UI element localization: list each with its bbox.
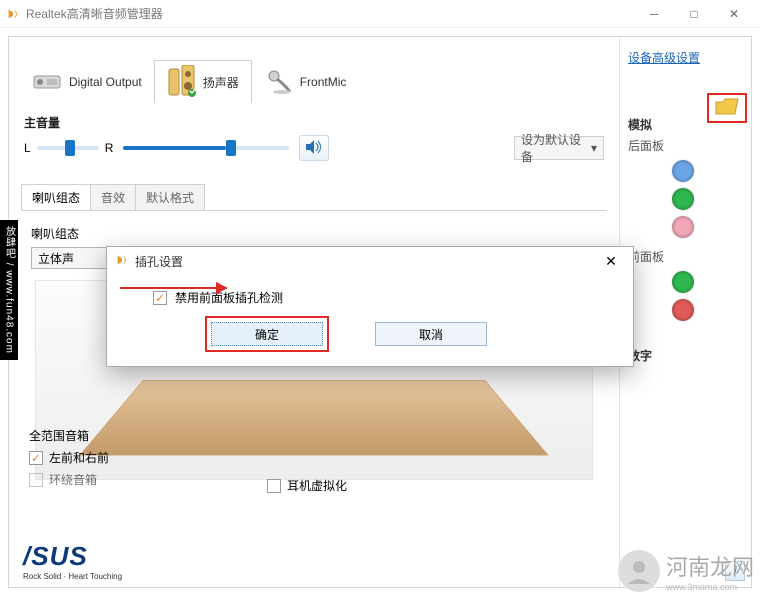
fullrange-front-label: 左前和右前 <box>49 449 109 466</box>
dialog-title: 插孔设置 <box>135 253 597 270</box>
tab-speakers[interactable]: 扬声器 <box>154 60 252 103</box>
tab-label: 扬声器 <box>203 74 239 91</box>
fullrange-surround-checkbox <box>29 473 43 487</box>
fullrange-surround-label: 环绕音箱 <box>49 471 97 488</box>
maximize-button[interactable]: □ <box>674 2 714 26</box>
master-volume-section: 主音量 L R 设为默认设备 <box>21 107 607 168</box>
dialog-close-button[interactable]: ✕ <box>597 253 625 270</box>
ok-button[interactable]: 确定 <box>211 322 323 346</box>
disable-front-jack-detection-checkbox[interactable] <box>153 291 167 305</box>
window-title: Realtek高清晰音频管理器 <box>26 5 634 22</box>
set-default-dropdown[interactable]: 设为默认设备 ▾ <box>514 136 604 160</box>
jack-front-green[interactable] <box>672 271 694 293</box>
digital-label: 数字 <box>628 347 743 364</box>
asus-logo: /SUS Rock Solid · Heart Touching <box>23 541 122 581</box>
speaker-sound-icon <box>305 139 323 158</box>
jack-rear-blue[interactable] <box>672 160 694 182</box>
jack-settings-dialog: 插孔设置 ✕ 禁用前面板插孔检测 确定 取消 <box>106 246 634 367</box>
watermark-avatar-icon <box>618 550 660 592</box>
speaker-config-label: 喇叭组态 <box>31 225 607 242</box>
jack-rear-green[interactable] <box>672 188 694 210</box>
jack-rear-pink[interactable] <box>672 216 694 238</box>
cancel-button[interactable]: 取消 <box>375 322 487 346</box>
chevron-down-icon: ▾ <box>591 141 597 155</box>
fullrange-front-checkbox[interactable] <box>29 451 43 465</box>
headphone-virtualization-checkbox[interactable] <box>267 479 281 493</box>
floor-graphic <box>79 380 549 455</box>
master-volume-title: 主音量 <box>24 114 604 131</box>
tab-label: FrontMic <box>300 75 347 89</box>
fullrange-section: 全范围音箱 左前和右前 环绕音箱 <box>29 427 149 493</box>
subtab-default-format[interactable]: 默认格式 <box>135 184 205 210</box>
bottom-right-watermark: 河南龙网 www.3mama.com <box>618 550 754 592</box>
folder-icon <box>715 98 739 119</box>
window-titlebar: Realtek高清晰音频管理器 ─ □ ✕ <box>0 0 760 28</box>
minimize-button[interactable]: ─ <box>634 2 674 26</box>
fullrange-title: 全范围音箱 <box>29 427 149 444</box>
balance-l-label: L <box>24 141 31 155</box>
tab-label: Digital Output <box>69 75 142 89</box>
tab-digital-output[interactable]: Digital Output <box>21 61 154 103</box>
volume-slider[interactable] <box>123 146 288 150</box>
right-pane: 设备高级设置 模拟 后面板 前面板 数字 i <box>619 37 751 587</box>
watermark-text: 河南龙网 <box>666 550 754 582</box>
tab-frontmic[interactable]: FrontMic <box>252 61 359 103</box>
asus-brand: /SUS <box>23 541 122 572</box>
jack-front-red[interactable] <box>672 299 694 321</box>
subtab-sound-effects[interactable]: 音效 <box>90 184 136 210</box>
headphone-virtualization-row: 耳机虚拟化 <box>267 477 347 494</box>
device-tabs: Digital Output 扬声器 FrontMic <box>21 47 607 103</box>
close-button[interactable]: ✕ <box>714 2 754 26</box>
dropdown-label: 设为默认设备 <box>521 131 591 165</box>
watermark-sub: www.3mama.com <box>666 582 754 592</box>
mute-button[interactable] <box>299 135 329 161</box>
headphone-virtualization-label: 耳机虚拟化 <box>287 477 347 494</box>
balance-r-label: R <box>105 141 114 155</box>
disable-front-jack-detection-label: 禁用前面板插孔检测 <box>175 289 283 306</box>
app-icon <box>115 253 129 270</box>
soundcard-icon <box>33 67 63 97</box>
combo-value: 立体声 <box>38 250 74 267</box>
mic-icon <box>264 67 294 97</box>
advanced-settings-link[interactable]: 设备高级设置 <box>628 49 743 66</box>
dialog-titlebar: 插孔设置 ✕ <box>107 247 633 275</box>
front-panel-label: 前面板 <box>628 248 743 265</box>
rear-panel-label: 后面板 <box>628 137 743 154</box>
speakers-icon <box>167 67 197 97</box>
connector-settings-button[interactable] <box>707 93 747 123</box>
subtab-speaker-config[interactable]: 喇叭组态 <box>21 184 91 210</box>
app-icon <box>6 7 20 21</box>
speaker-subtabs: 喇叭组态 音效 默认格式 <box>21 184 607 211</box>
asus-tagline: Rock Solid · Heart Touching <box>23 572 122 581</box>
balance-slider[interactable]: L R <box>24 141 113 155</box>
side-watermark: 放肆吧 / www.fun48.com <box>0 220 18 360</box>
